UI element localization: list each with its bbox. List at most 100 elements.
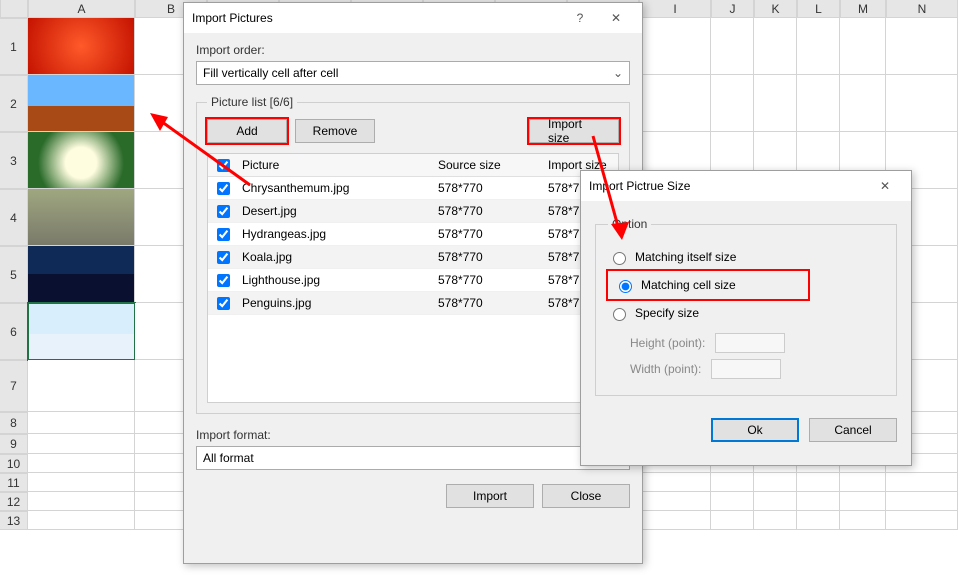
- cell[interactable]: [797, 473, 840, 492]
- add-button[interactable]: Add: [207, 119, 287, 143]
- row-header[interactable]: 1: [0, 18, 28, 75]
- cell[interactable]: [840, 492, 886, 511]
- source-size: 578*770: [438, 204, 548, 218]
- cell[interactable]: [840, 18, 886, 75]
- cell[interactable]: [754, 18, 797, 75]
- row-checkbox[interactable]: [217, 297, 230, 310]
- select-all-checkbox[interactable]: [217, 159, 230, 172]
- cell[interactable]: [28, 132, 135, 189]
- cell[interactable]: [28, 473, 135, 492]
- close-icon[interactable]: ✕: [867, 173, 903, 199]
- cell[interactable]: [886, 75, 958, 132]
- cell[interactable]: [28, 75, 135, 132]
- cell[interactable]: [28, 246, 135, 303]
- column-header[interactable]: I: [639, 0, 711, 18]
- column-header[interactable]: N: [886, 0, 958, 18]
- cell[interactable]: [886, 511, 958, 530]
- cell[interactable]: [28, 360, 135, 412]
- cell[interactable]: [797, 75, 840, 132]
- cell[interactable]: [754, 473, 797, 492]
- row-header[interactable]: 3: [0, 132, 28, 189]
- table-row[interactable]: Lighthouse.jpg578*770578*770: [208, 269, 618, 292]
- picture-thumbnail: [28, 189, 134, 245]
- row-header[interactable]: 9: [0, 434, 28, 454]
- column-header[interactable]: K: [754, 0, 797, 18]
- cell[interactable]: [711, 511, 754, 530]
- row-header[interactable]: 10: [0, 454, 28, 473]
- cell[interactable]: [886, 18, 958, 75]
- help-button[interactable]: ?: [562, 5, 598, 31]
- cell[interactable]: [639, 75, 711, 132]
- cell[interactable]: [28, 18, 135, 75]
- row-header[interactable]: 7: [0, 360, 28, 412]
- cell[interactable]: [28, 434, 135, 454]
- cell[interactable]: [28, 189, 135, 246]
- cell[interactable]: [797, 492, 840, 511]
- cell[interactable]: [840, 473, 886, 492]
- cell[interactable]: [797, 511, 840, 530]
- column-header[interactable]: A: [28, 0, 135, 18]
- table-row[interactable]: Hydrangeas.jpg578*770578*770: [208, 223, 618, 246]
- row-header[interactable]: 4: [0, 189, 28, 246]
- cell[interactable]: [886, 492, 958, 511]
- cell[interactable]: [639, 473, 711, 492]
- radio-matching-itself[interactable]: [613, 252, 626, 265]
- import-order-select[interactable]: Fill vertically cell after cell ⌄: [196, 61, 630, 85]
- import-format-select[interactable]: All format ⌄: [196, 446, 630, 470]
- cell[interactable]: [639, 492, 711, 511]
- cell[interactable]: [639, 511, 711, 530]
- ok-button[interactable]: Ok: [711, 418, 799, 442]
- radio-matching-cell[interactable]: [619, 280, 632, 293]
- row-header[interactable]: 8: [0, 412, 28, 434]
- cell[interactable]: [28, 412, 135, 434]
- cell[interactable]: [639, 18, 711, 75]
- cell[interactable]: [797, 18, 840, 75]
- cell[interactable]: [840, 511, 886, 530]
- column-header[interactable]: M: [840, 0, 886, 18]
- close-button[interactable]: Close: [542, 484, 630, 508]
- height-input: [715, 333, 785, 353]
- row-header[interactable]: 13: [0, 511, 28, 530]
- cell[interactable]: [886, 473, 958, 492]
- table-row[interactable]: Desert.jpg578*770578*770: [208, 200, 618, 223]
- cell[interactable]: [711, 492, 754, 511]
- row-checkbox[interactable]: [217, 205, 230, 218]
- row-header[interactable]: 5: [0, 246, 28, 303]
- radio-specify-size[interactable]: [613, 308, 626, 321]
- import-size-button[interactable]: Import size: [529, 119, 619, 143]
- cell[interactable]: [28, 454, 135, 473]
- row-header[interactable]: 2: [0, 75, 28, 132]
- cancel-button[interactable]: Cancel: [809, 418, 897, 442]
- select-all-cell[interactable]: [0, 0, 28, 18]
- titlebar[interactable]: Import Pictrue Size ✕: [581, 171, 911, 201]
- table-row[interactable]: Koala.jpg578*770578*770: [208, 246, 618, 269]
- remove-button[interactable]: Remove: [295, 119, 375, 143]
- row-header[interactable]: 11: [0, 473, 28, 492]
- cell[interactable]: [28, 511, 135, 530]
- cell[interactable]: [711, 473, 754, 492]
- cell[interactable]: [28, 303, 135, 360]
- cell[interactable]: [840, 75, 886, 132]
- col-source-size[interactable]: Source size: [438, 158, 548, 172]
- close-icon[interactable]: ✕: [598, 5, 634, 31]
- cell[interactable]: [711, 18, 754, 75]
- cell[interactable]: [711, 75, 754, 132]
- table-row[interactable]: Penguins.jpg578*770578*770: [208, 292, 618, 315]
- cell[interactable]: [754, 511, 797, 530]
- cell[interactable]: [754, 492, 797, 511]
- col-picture[interactable]: Picture: [238, 158, 438, 172]
- column-header[interactable]: L: [797, 0, 840, 18]
- row-header[interactable]: 12: [0, 492, 28, 511]
- row-checkbox[interactable]: [217, 274, 230, 287]
- row-checkbox[interactable]: [217, 251, 230, 264]
- titlebar[interactable]: Import Pictures ? ✕: [184, 3, 642, 33]
- column-header[interactable]: J: [711, 0, 754, 18]
- row-header[interactable]: 6: [0, 303, 28, 360]
- import-button[interactable]: Import: [446, 484, 534, 508]
- cell[interactable]: [754, 75, 797, 132]
- table-row[interactable]: Chrysanthemum.jpg578*770578*770: [208, 177, 618, 200]
- source-size: 578*770: [438, 227, 548, 241]
- cell[interactable]: [28, 492, 135, 511]
- row-checkbox[interactable]: [217, 182, 230, 195]
- row-checkbox[interactable]: [217, 228, 230, 241]
